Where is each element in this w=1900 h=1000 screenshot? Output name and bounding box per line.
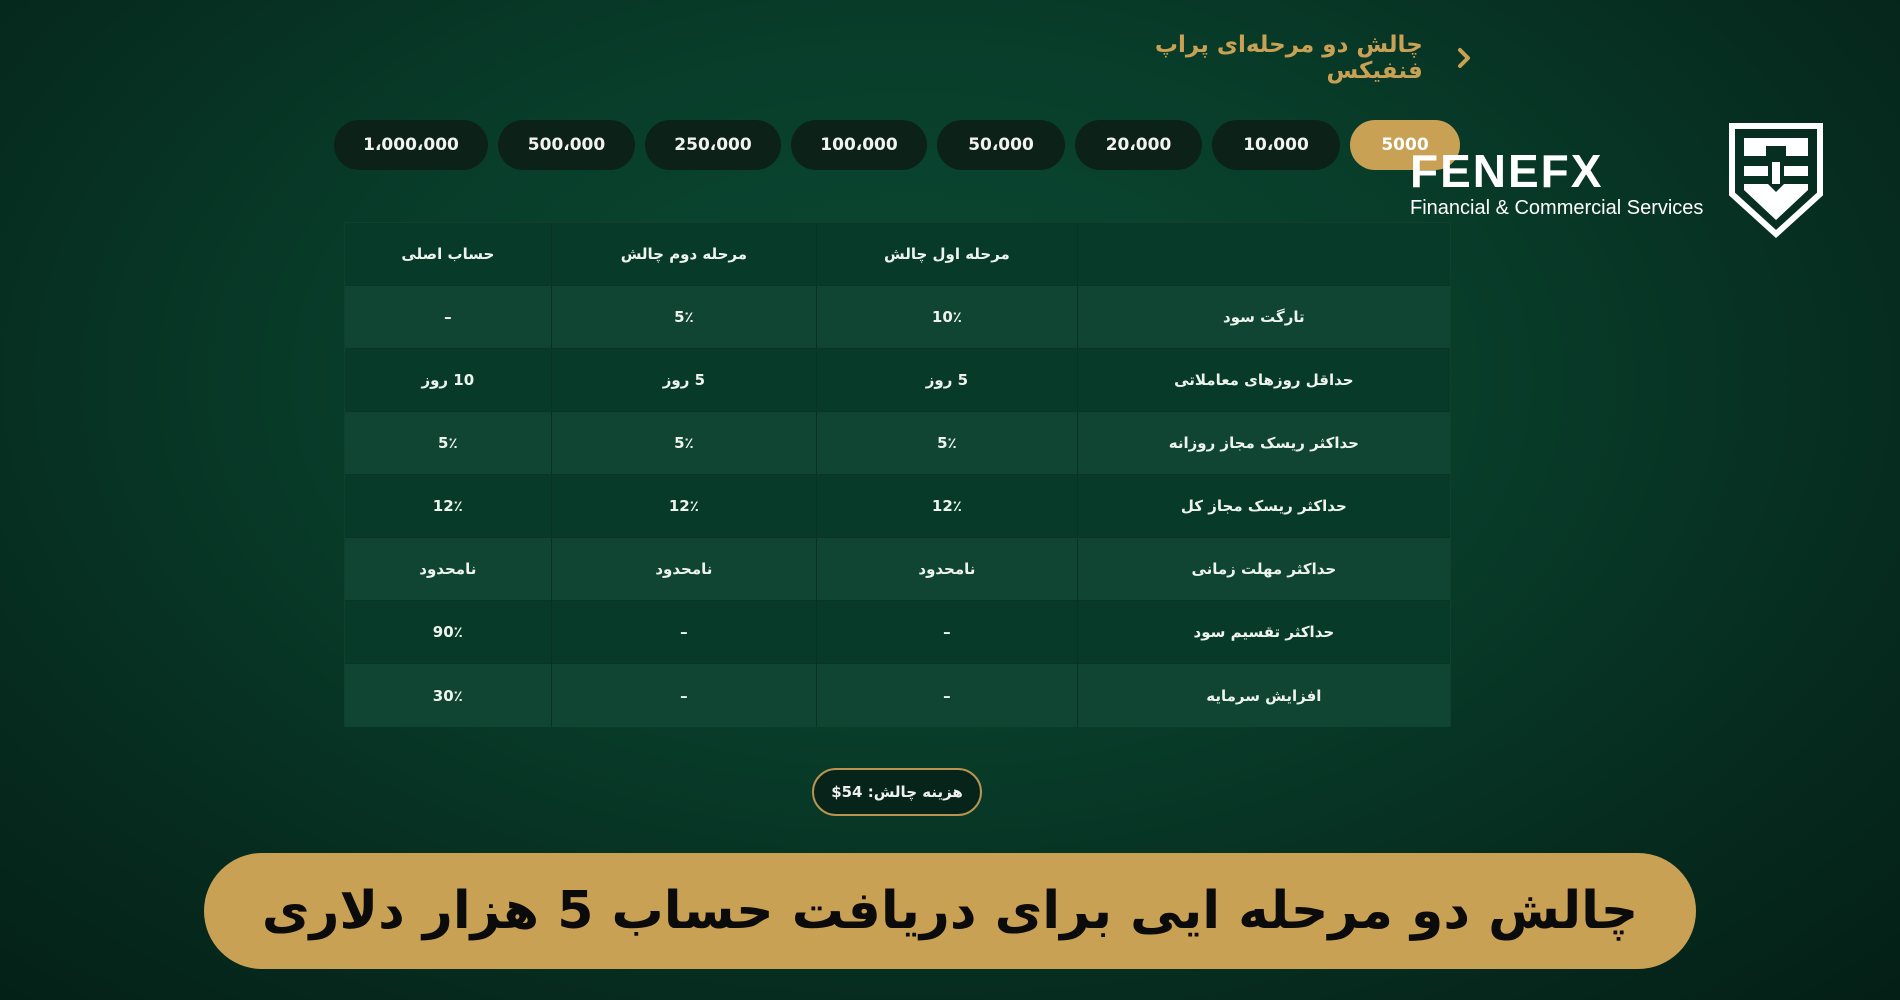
tab-amount-100000[interactable]: 100،000 <box>791 120 927 170</box>
table-row: حداقل روزهای معاملاتی 5 روز 5 روز 10 روز <box>345 349 1450 412</box>
tab-amount-250000[interactable]: 250،000 <box>645 120 781 170</box>
chevron-right-icon[interactable] <box>1449 40 1480 76</box>
cell-phase2: 5٪ <box>550 286 817 348</box>
shield-logo-icon <box>1728 122 1824 239</box>
row-label: افزایش سرمایه <box>1076 664 1450 727</box>
cell-main: 10 روز <box>421 371 475 389</box>
table-row: افزایش سرمایه – – 30٪ <box>345 664 1450 727</box>
cell-phase2: – <box>550 664 817 727</box>
row-label: حداکثر ریسک مجاز روزانه <box>1076 412 1450 474</box>
table-row: حداکثر مهلت زمانی نامحدود نامحدود نامحدو… <box>345 538 1450 601</box>
cell-phase2: – <box>550 601 817 663</box>
row-label: حداکثر تقسیم سود <box>1076 601 1450 663</box>
cell-main: 90٪ <box>432 623 463 641</box>
cell-phase1: – <box>816 664 1077 727</box>
caption-banner: چالش دو مرحله ایی برای دریافت حساب 5 هزا… <box>204 853 1696 969</box>
table-row: حداکثر ریسک مجاز کل 12٪ 12٪ 12٪ <box>345 475 1450 538</box>
cell-phase1: نامحدود <box>816 538 1077 600</box>
table-header-main: حساب اصلی <box>401 245 495 263</box>
cell-phase1: 5 روز <box>816 349 1077 411</box>
cell-phase2: 5 روز <box>550 349 817 411</box>
tab-amount-1000000[interactable]: 1،000،000 <box>334 120 488 170</box>
cell-main: نامحدود <box>419 560 477 578</box>
challenge-fee-button[interactable]: هزینه چالش: 54$ <box>812 768 982 816</box>
table-header-row: مرحله اول چالش مرحله دوم چالش حساب اصلی <box>345 223 1450 286</box>
table-row: حداکثر تقسیم سود – – 90٪ <box>345 601 1450 664</box>
cell-phase2: 5٪ <box>550 412 817 474</box>
brand-name: FENEFX <box>1410 145 1604 197</box>
brand-logo: FENEFX Financial & Commercial Services <box>1410 145 1710 219</box>
cell-main: 12٪ <box>432 497 463 515</box>
cell-phase1: 12٪ <box>816 475 1077 537</box>
tab-amount-10000[interactable]: 10،000 <box>1212 120 1340 170</box>
row-label: حداکثر مهلت زمانی <box>1076 538 1450 600</box>
cell-phase1: 10٪ <box>816 286 1077 348</box>
page-header: چالش دو مرحله‌ای پراپ فنفیکس <box>1100 32 1480 84</box>
caption-text: چالش دو مرحله ایی برای دریافت حساب 5 هزا… <box>261 881 1639 941</box>
cell-phase1: – <box>816 601 1077 663</box>
brand-subtitle: Financial & Commercial Services <box>1410 197 1704 219</box>
table-row: حداکثر ریسک مجاز روزانه 5٪ 5٪ 5٪ <box>345 412 1450 475</box>
cell-main: – <box>444 308 452 326</box>
cell-main: 30٪ <box>432 686 463 705</box>
row-label: تارگت سود <box>1076 286 1450 348</box>
cell-phase2: 12٪ <box>550 475 817 537</box>
table-row: تارگت سود 10٪ 5٪ – <box>345 286 1450 349</box>
table-header-label <box>1076 223 1450 285</box>
challenge-rules-table: مرحله اول چالش مرحله دوم چالش حساب اصلی … <box>344 222 1451 727</box>
tab-amount-20000[interactable]: 20،000 <box>1075 120 1202 170</box>
table-header-phase1: مرحله اول چالش <box>816 223 1077 285</box>
amount-tabs: 5000 10،000 20،000 50،000 100،000 250،00… <box>334 120 1460 170</box>
cell-main: 5٪ <box>438 434 458 452</box>
cell-phase2: نامحدود <box>550 538 817 600</box>
table-header-phase2: مرحله دوم چالش <box>550 223 817 285</box>
tab-amount-50000[interactable]: 50،000 <box>937 120 1065 170</box>
row-label: حداکثر ریسک مجاز کل <box>1076 475 1450 537</box>
tab-amount-500000[interactable]: 500،000 <box>498 120 635 170</box>
row-label: حداقل روزهای معاملاتی <box>1076 349 1450 411</box>
page-title: چالش دو مرحله‌ای پراپ فنفیکس <box>1154 32 1423 84</box>
cell-phase1: 5٪ <box>816 412 1077 474</box>
